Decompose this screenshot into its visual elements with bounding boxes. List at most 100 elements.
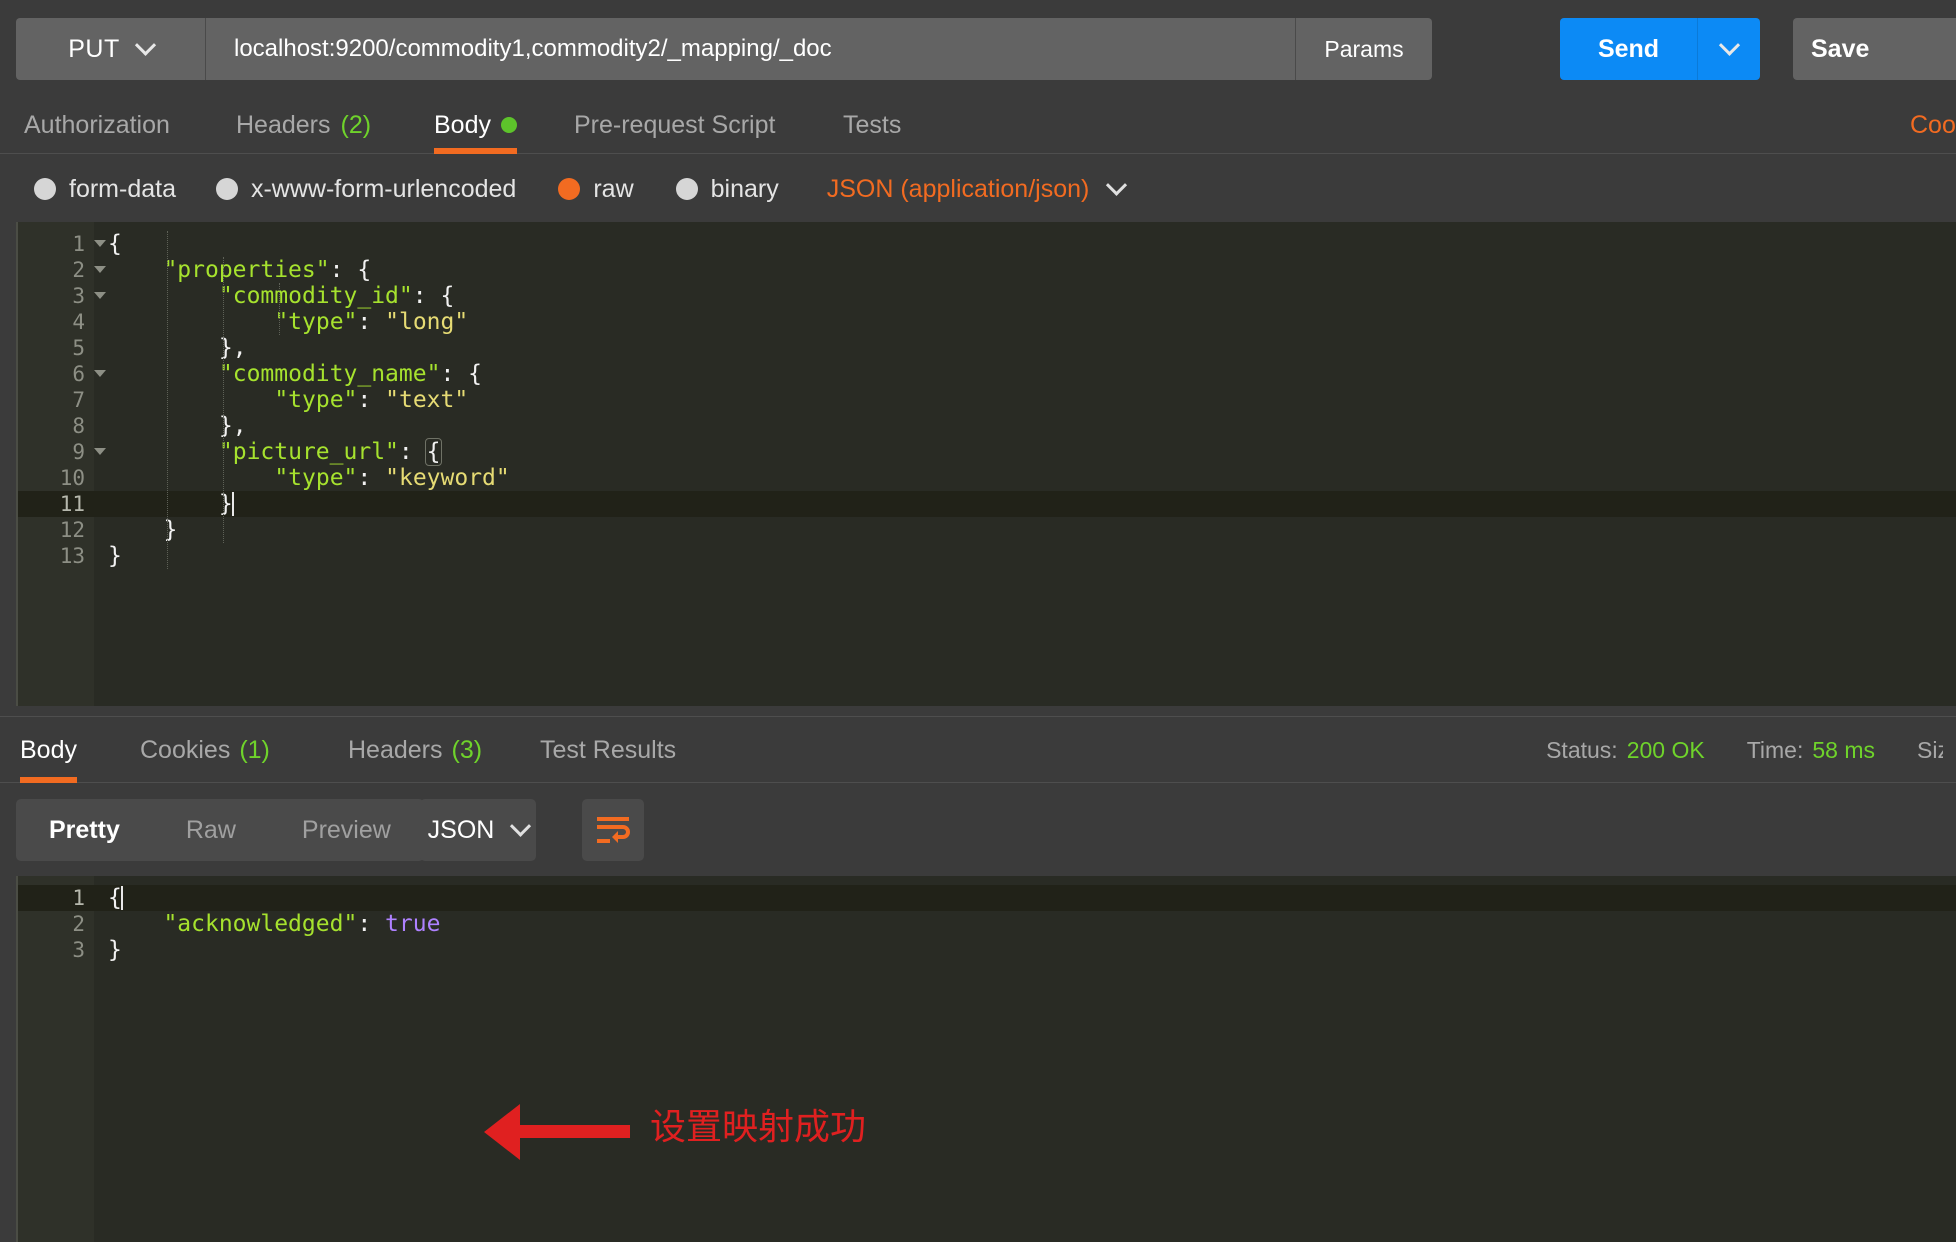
body-type-urlencoded[interactable]: x-www-form-urlencoded [216,175,516,204]
word-wrap-button[interactable] [582,799,644,861]
tab-label: Body [20,736,77,765]
red-arrow-shaft [514,1125,630,1138]
time-label: Time: [1747,737,1804,764]
request-body-editor[interactable]: 12345678910111213 { "properties": { "com… [16,222,1956,706]
annotation-text: 设置映射成功 [650,1098,866,1150]
send-button[interactable]: Send [1560,18,1698,80]
indent-guide [167,231,168,569]
body-type-label: form-data [69,175,176,204]
tab-count: (1) [239,736,270,765]
code-line: "properties": { [94,257,1956,283]
code-line: "commodity_name": { [94,361,1956,387]
body-modified-dot-icon [501,117,517,133]
line-number: 3 [18,937,94,963]
word-wrap-icon [596,815,630,845]
request-url-input[interactable]: localhost:9200/commodity1,commodity2/_ma… [206,18,1296,80]
view-mode-raw[interactable]: Raw [153,799,269,861]
tab-pre-request-script[interactable]: Pre-request Script [574,96,775,154]
code-line: }, [94,413,1956,439]
tab-label: Tests [843,111,901,140]
http-method-selector[interactable]: PUT [16,18,206,80]
indent-guide [223,257,224,543]
tab-authorization[interactable]: Authorization [24,96,170,154]
line-number: 7 [18,387,94,413]
response-tab-test-results[interactable]: Test Results [540,717,676,783]
request-tabs: Authorization Headers (2) Body Pre-reque… [0,96,1956,154]
code-line: { [94,885,1956,911]
response-tab-cookies[interactable]: Cookies (1) [140,717,270,783]
save-button[interactable]: Save [1793,18,1956,80]
tab-label: Cookies [140,736,230,765]
tab-body[interactable]: Body [434,96,517,154]
code-line: }, [94,335,1956,361]
chevron-down-icon [1106,174,1127,195]
tab-label: Pre-request Script [574,111,775,140]
line-number: 6 [18,361,94,387]
line-number: 3 [18,283,94,309]
params-button[interactable]: Params [1296,18,1432,80]
body-type-form-data[interactable]: form-data [34,175,176,204]
response-format-label: JSON [428,816,495,845]
cookies-link[interactable]: Cookies [1910,96,1956,154]
radio-icon [676,178,698,200]
tab-label: Authorization [24,111,170,140]
code-line: } [94,491,1956,517]
request-url-bar: PUT localhost:9200/commodity1,commodity2… [0,0,1956,96]
tab-label: Headers [236,111,331,140]
url-group: PUT localhost:9200/commodity1,commodity2… [16,18,1432,80]
response-body-editor[interactable]: 123 { "acknowledged": true} [16,876,1956,1242]
tab-label: Body [434,111,491,140]
status-label: Status: [1546,737,1618,764]
line-number: 11 [18,491,94,517]
send-group: Send [1560,18,1760,80]
response-format-selector[interactable]: JSON [420,799,536,861]
radio-icon [34,178,56,200]
body-type-raw[interactable]: raw [558,175,633,204]
send-options-button[interactable] [1698,18,1760,80]
line-number: 12 [18,517,94,543]
tab-count: (2) [341,111,372,140]
body-type-binary[interactable]: binary [676,175,779,204]
line-number: 13 [18,543,94,569]
size-label: Size: [1917,737,1943,764]
view-mode-pretty[interactable]: Pretty [16,799,153,861]
active-tab-underline [434,148,517,154]
response-tab-body[interactable]: Body [20,717,77,783]
code-line: { [94,231,1956,257]
line-number: 9 [18,439,94,465]
code-line: "type": "long" [94,309,1956,335]
line-number: 2 [18,911,94,937]
tab-label: Headers [348,736,443,765]
tab-headers[interactable]: Headers (2) [236,96,371,154]
view-mode-preview[interactable]: Preview [269,799,424,861]
code-line: "type": "text" [94,387,1956,413]
tab-tests[interactable]: Tests [843,96,901,154]
line-number: 5 [18,335,94,361]
red-arrow-head-icon [484,1104,520,1160]
code-line: } [94,543,1956,569]
response-tab-headers[interactable]: Headers (3) [348,717,482,783]
radio-icon [216,178,238,200]
chevron-down-icon [510,815,531,836]
code-line: "picture_url": { [94,439,1956,465]
radio-selected-icon [558,178,580,200]
line-number: 10 [18,465,94,491]
code-line: } [94,517,1956,543]
body-type-label: raw [593,175,633,204]
line-number: 1 [18,885,94,911]
chevron-down-icon [135,34,156,55]
tab-count: (3) [452,736,483,765]
line-number: 4 [18,309,94,335]
status-value: 200 OK [1627,737,1705,764]
tab-label: Test Results [540,736,676,765]
code-line: } [94,937,1956,963]
content-type-label: JSON (application/json) [827,175,1090,204]
line-number: 2 [18,257,94,283]
request-editor-code[interactable]: { "properties": { "commodity_id": { "typ… [94,222,1956,706]
body-type-row: form-data x-www-form-urlencoded raw bina… [0,155,1956,223]
body-type-label: x-www-form-urlencoded [251,175,516,204]
content-type-selector[interactable]: JSON (application/json) [827,175,1125,204]
response-editor-code[interactable]: { "acknowledged": true} [94,876,1956,1242]
response-toolbar: Pretty Raw Preview JSON [0,783,1956,883]
line-number: 1 [18,231,94,257]
